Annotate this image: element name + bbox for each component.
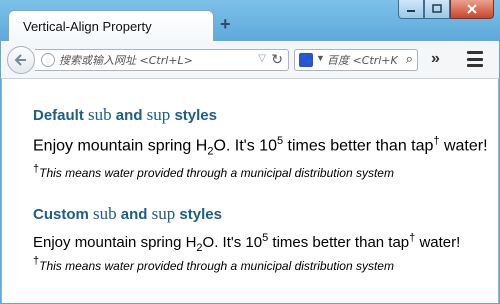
search-engine-icon[interactable]: 🐾 — [299, 53, 313, 67]
title-bar: Vertical-Align Property + — [0, 0, 500, 42]
custom-sentence: Enjoy mountain spring H2O. It's 105 time… — [33, 232, 461, 254]
window-controls — [398, 0, 494, 20]
minimize-button[interactable] — [398, 0, 424, 19]
custom-footnote: †This means water provided through a mun… — [33, 255, 394, 274]
maximize-icon — [432, 4, 442, 13]
hamburger-menu-icon[interactable] — [467, 51, 483, 67]
url-input[interactable] — [59, 50, 239, 70]
navigation-toolbar: ◌ ▽ ↻ 🐾 ▼ ⌕ » — [1, 41, 499, 79]
address-bar[interactable]: ◌ ▽ ↻ — [35, 49, 289, 71]
default-sentence: Enjoy mountain spring H2O. It's 105 time… — [33, 135, 488, 158]
close-icon — [467, 4, 477, 14]
section-heading-custom: Custom sub and sup styles — [33, 204, 222, 223]
new-tab-button[interactable]: + — [220, 15, 231, 33]
tab-title: Vertical-Align Property — [23, 19, 152, 34]
search-icon[interactable]: ⌕ — [406, 51, 413, 67]
search-bar[interactable]: 🐾 ▼ ⌕ — [294, 49, 418, 71]
maximize-button[interactable] — [424, 0, 450, 19]
globe-icon: ◌ — [41, 53, 55, 67]
minimize-icon — [407, 10, 415, 12]
page-content: Default sub and sup styles Enjoy mountai… — [1, 79, 499, 303]
back-arrow-icon — [14, 54, 26, 66]
history-dropdown-icon[interactable]: ▽ — [258, 53, 266, 64]
back-button[interactable] — [7, 46, 35, 74]
default-footnote: †This means water provided through a mun… — [33, 163, 394, 180]
search-input[interactable] — [327, 50, 399, 70]
section-heading-default: Default sub and sup styles — [33, 105, 217, 124]
reload-icon[interactable]: ↻ — [271, 51, 283, 68]
engine-dropdown-icon[interactable]: ▼ — [316, 53, 325, 63]
close-button[interactable] — [450, 0, 494, 19]
tab-vertical-align[interactable]: Vertical-Align Property — [8, 10, 214, 42]
browser-window: Vertical-Align Property + ◌ ▽ ↻ 🐾 ▼ — [0, 0, 500, 304]
overflow-chevron-icon[interactable]: » — [431, 50, 440, 68]
